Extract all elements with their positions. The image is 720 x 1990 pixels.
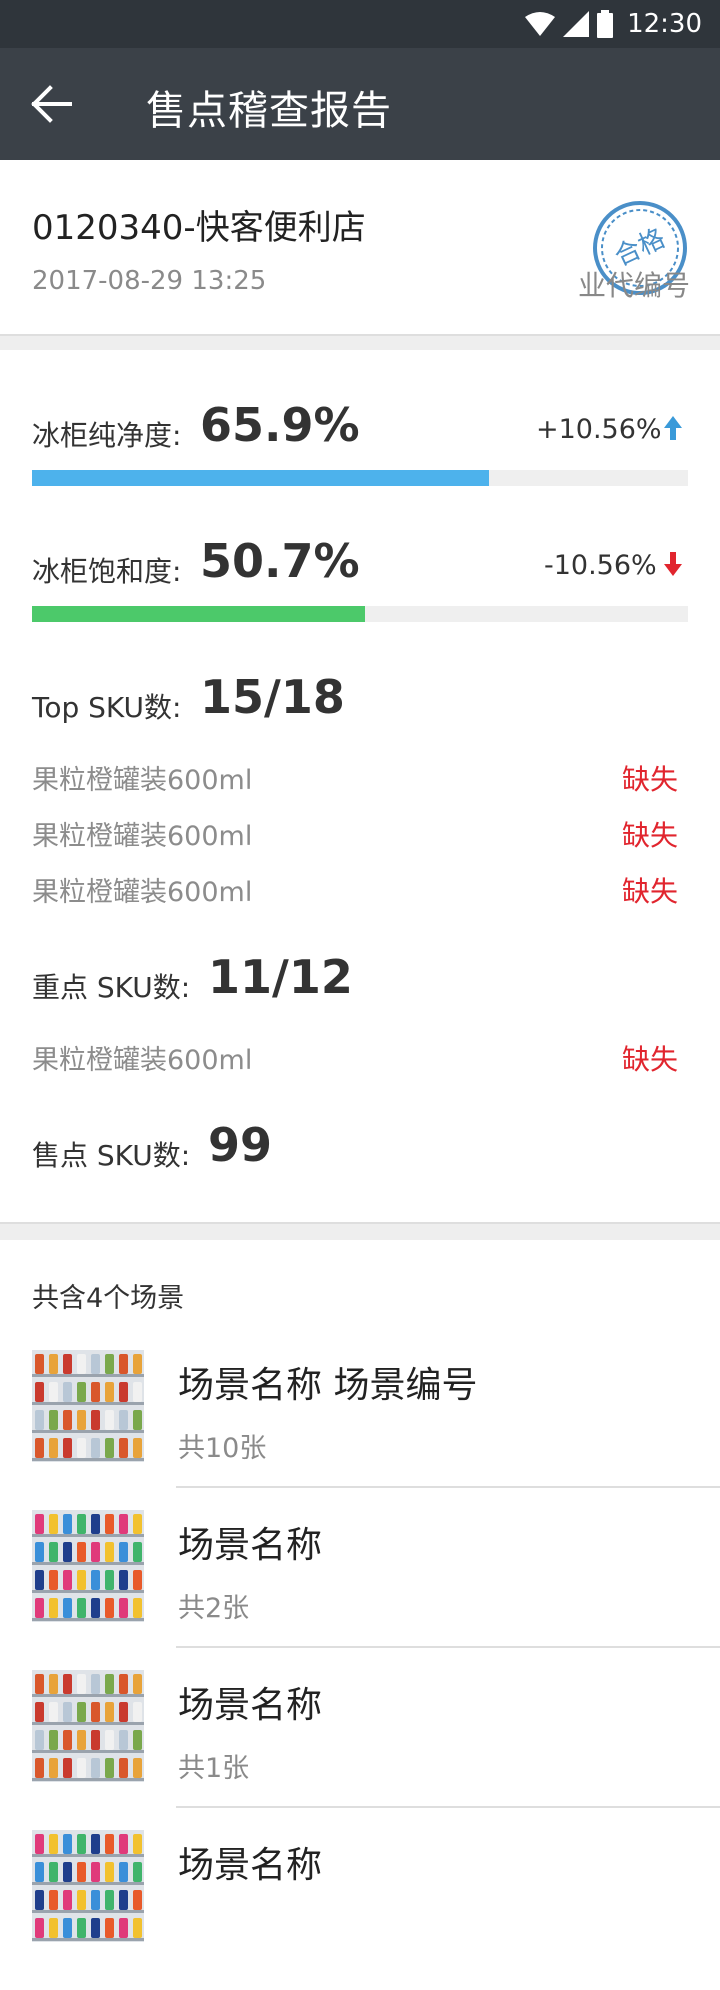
saturation-bar-fill bbox=[32, 606, 365, 622]
wifi-icon bbox=[525, 12, 556, 36]
trend-up-icon bbox=[664, 416, 682, 440]
scene-thumbnail bbox=[32, 1830, 144, 1942]
sku-missing-badge: 缺失 bbox=[621, 1043, 678, 1076]
purity-bar-fill bbox=[32, 470, 490, 486]
battery-icon bbox=[597, 10, 614, 38]
store-sku-value: 99 bbox=[208, 1118, 273, 1172]
scene-list-item[interactable]: 场景名称 共2张 bbox=[0, 1510, 720, 1670]
purity-delta: +10.56% bbox=[536, 414, 662, 445]
key-sku-value: 11/12 bbox=[208, 950, 353, 1004]
scene-count: 共含4个场景 bbox=[32, 1283, 185, 1314]
scene-name: 场景名称 场景编号 bbox=[178, 1365, 478, 1406]
scene-name: 场景名称 bbox=[178, 1685, 323, 1726]
scene-thumbnail bbox=[32, 1510, 144, 1622]
list-divider bbox=[176, 1646, 720, 1648]
scene-photo-count: 共2张 bbox=[178, 1593, 250, 1624]
sku-missing-badge: 缺失 bbox=[621, 875, 678, 908]
list-divider bbox=[176, 1486, 720, 1488]
scene-list-item[interactable]: 场景名称 场景编号 共10张 bbox=[0, 1350, 720, 1510]
trend-down-icon bbox=[664, 552, 682, 576]
store-sku-label: 售点 SKU数: bbox=[32, 1139, 191, 1172]
salesman-id-label: 业代编号 bbox=[578, 269, 691, 302]
page-title: 售点稽查报告 bbox=[146, 88, 392, 134]
audit-datetime: 2017-08-29 13:25 bbox=[32, 266, 267, 296]
saturation-delta: -10.56% bbox=[544, 550, 657, 581]
key-sku-item: 果粒橙罐装600ml bbox=[32, 1045, 253, 1076]
scene-list-item[interactable]: 场景名称 共1张 bbox=[0, 1670, 720, 1830]
top-sku-item: 果粒橙罐装600ml bbox=[32, 765, 253, 796]
scene-list-item[interactable]: 场景名称 bbox=[0, 1830, 720, 1990]
sku-missing-badge: 缺失 bbox=[621, 819, 678, 852]
section-divider bbox=[0, 334, 720, 350]
saturation-label: 冰柜饱和度: bbox=[32, 555, 182, 588]
saturation-bar bbox=[32, 606, 688, 622]
status-time: 12:30 bbox=[627, 9, 702, 39]
scene-name: 场景名称 bbox=[178, 1525, 323, 1566]
scene-thumbnail bbox=[32, 1670, 144, 1782]
saturation-value: 50.7% bbox=[200, 534, 360, 588]
top-sku-item: 果粒橙罐装600ml bbox=[32, 877, 253, 908]
section-divider bbox=[0, 1222, 720, 1240]
key-sku-label: 重点 SKU数: bbox=[32, 971, 191, 1004]
signal-icon bbox=[563, 11, 590, 37]
purity-value: 65.9% bbox=[200, 398, 360, 452]
scene-thumbnail bbox=[32, 1350, 144, 1462]
purity-label: 冰柜纯净度: bbox=[32, 419, 182, 452]
store-card: 0120340-快客便利店 2017-08-29 13:25 合格 业代编号 bbox=[0, 160, 720, 334]
back-arrow-icon[interactable] bbox=[30, 82, 80, 126]
scene-photo-count: 共1张 bbox=[178, 1753, 250, 1784]
top-sku-item: 果粒橙罐装600ml bbox=[32, 821, 253, 852]
sku-missing-badge: 缺失 bbox=[621, 763, 678, 796]
store-name: 0120340-快客便利店 bbox=[32, 208, 366, 248]
app-bar: 售点稽查报告 bbox=[0, 48, 720, 160]
top-sku-label: Top SKU数: bbox=[32, 691, 182, 724]
list-divider bbox=[176, 1806, 720, 1808]
scene-name: 场景名称 bbox=[178, 1845, 323, 1886]
purity-bar bbox=[32, 470, 688, 486]
status-bar: 12:30 bbox=[0, 0, 720, 48]
scene-photo-count: 共10张 bbox=[178, 1433, 267, 1464]
top-sku-value: 15/18 bbox=[200, 670, 345, 724]
